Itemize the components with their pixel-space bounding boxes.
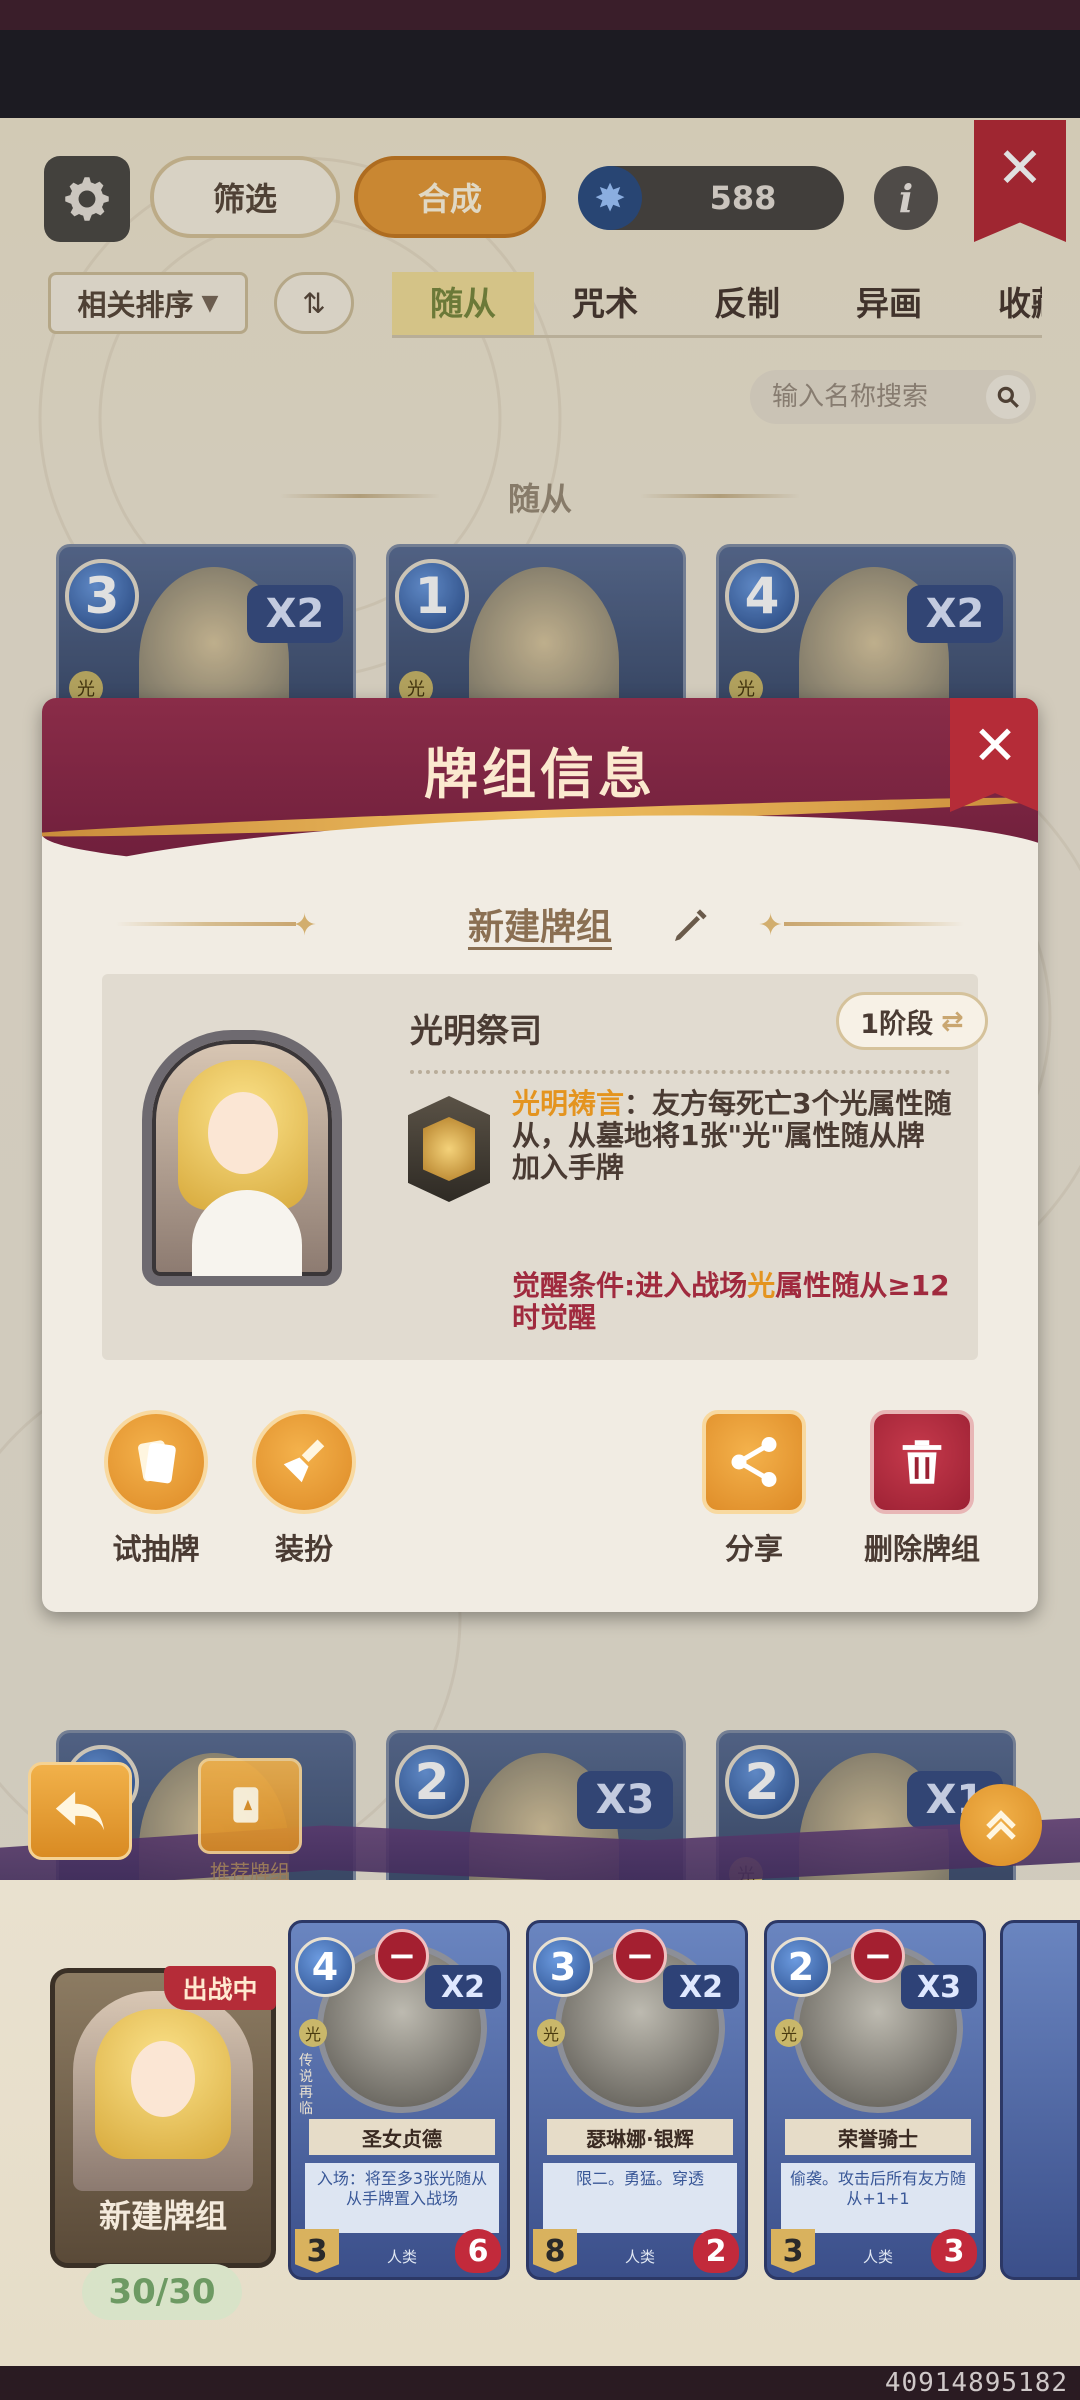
hero-name: 光明祭司: [410, 1011, 542, 1050]
status-bar: [0, 0, 1080, 30]
in-battle-badge: 出战中: [164, 1966, 276, 2010]
card-description: 限二。勇猛。穿透: [543, 2163, 737, 2233]
scroll-up-button[interactable]: [960, 1784, 1042, 1866]
current-deck-card[interactable]: 新建牌组: [50, 1968, 276, 2268]
deck-card-name: 新建牌组: [98, 2197, 227, 2235]
dress-up-label: 装扮: [274, 1532, 333, 1566]
card-name: 圣女贞德: [309, 2119, 495, 2155]
card-race: 人类: [624, 2248, 655, 2266]
card-attribute: 光: [775, 2019, 803, 2047]
back-arrow-icon: [55, 1791, 105, 1831]
remove-card-button[interactable]: −: [851, 1929, 905, 1983]
trial-draw-action[interactable]: 试抽牌: [104, 1410, 208, 1568]
recommended-deck-button[interactable]: 推荐牌组: [190, 1758, 310, 1888]
hero-face: [208, 1092, 278, 1174]
stage-label: 1阶段: [860, 1008, 934, 1040]
deck-info-dialog: 牌组信息 ✕ ✦ 新建牌组 ✦ 光明祭司 1阶段 ⇄ 光明祷言：友方每死亡3个光…: [42, 698, 1038, 1612]
back-button[interactable]: [28, 1762, 132, 1860]
dotted-divider: [410, 1070, 950, 1074]
swap-icon: ⇄: [941, 1005, 964, 1037]
card-tag: 传说再临: [299, 2053, 313, 2117]
trial-draw-button[interactable]: [104, 1410, 208, 1514]
skill-description: 光明祷言：友方每死亡3个光属性随从，从墓地将1张"光"属性随从牌加入手牌: [512, 1088, 952, 1184]
dress-up-button[interactable]: [252, 1410, 356, 1514]
card-multiplier: X2: [663, 1965, 739, 2009]
card-multiplier: X3: [901, 1965, 977, 2009]
dress-up-action[interactable]: 装扮: [252, 1410, 356, 1568]
recommend-icon: [198, 1758, 302, 1854]
trash-icon: [902, 1440, 942, 1484]
remove-card-button[interactable]: −: [613, 1929, 667, 1983]
card-cost: 3: [533, 1937, 593, 1997]
card-attack: 8: [533, 2229, 577, 2273]
awaken-highlight: 光: [747, 1269, 776, 1302]
card-attribute: 光: [537, 2019, 565, 2047]
card-race: 人类: [862, 2248, 893, 2266]
card-attack: 3: [295, 2229, 339, 2273]
remove-card-button[interactable]: −: [375, 1929, 429, 1983]
prayer-hands-icon: [408, 1096, 490, 1202]
deck-count: 30/30: [82, 2264, 242, 2320]
hero-portrait: [142, 1030, 342, 1286]
double-chevron-up-icon: [986, 1810, 1016, 1840]
share-action[interactable]: 分享: [702, 1410, 806, 1568]
dialog-title: 牌组信息: [424, 743, 656, 806]
trial-draw-label: 试抽牌: [112, 1532, 200, 1566]
top-banner: [0, 30, 1080, 130]
card-description: 偷袭。攻击后所有友方随从+1+1: [781, 2163, 975, 2233]
stage-switch-button[interactable]: 1阶段 ⇄: [836, 992, 988, 1050]
card-multiplier: X2: [425, 1965, 501, 2009]
card-description: 入场：将至多3张光随从从手牌置入战场: [305, 2163, 499, 2233]
card-name: 荣誉骑士: [785, 2119, 971, 2155]
pencil-icon[interactable]: [670, 906, 710, 946]
card-health: 6: [455, 2229, 501, 2273]
awaken-prefix: 觉醒条件:进入战场: [512, 1269, 748, 1302]
card-cost: 4: [295, 1937, 355, 1997]
card-health: 3: [931, 2229, 977, 2273]
card-name: 瑟琳娜·银辉: [547, 2119, 733, 2155]
delete-deck-label: 删除牌组: [864, 1532, 981, 1566]
delete-deck-action[interactable]: 删除牌组: [864, 1410, 980, 1568]
card-attribute: 光: [299, 2019, 327, 2047]
skill-name: 光明祷言: [512, 1087, 625, 1120]
card-health: 2: [693, 2229, 739, 2273]
deck-card-item-partial[interactable]: [1000, 1920, 1080, 2280]
card-cost: 2: [771, 1937, 831, 1997]
hero-panel: 光明祭司 1阶段 ⇄ 光明祷言：友方每死亡3个光属性随从，从墓地将1张"光"属性…: [102, 974, 988, 1360]
deck-hero-portrait: [73, 1991, 253, 2191]
sparkle-icon: ✦: [758, 908, 784, 943]
deck-card-item[interactable]: 2 − X3 光 荣誉骑士 偷袭。攻击后所有友方随从+1+1 3 人类 3: [764, 1920, 986, 2280]
divider-right: [784, 922, 964, 926]
share-icon: [731, 1437, 777, 1487]
deck-card-item[interactable]: 4 − X2 光 传说再临 圣女贞德 入场：将至多3张光随从从手牌置入战场 3 …: [288, 1920, 510, 2280]
delete-deck-button[interactable]: [870, 1410, 974, 1514]
deck-name[interactable]: 新建牌组: [468, 898, 612, 950]
awaken-condition: 觉醒条件:进入战场光属性随从≥12时觉醒: [512, 1270, 952, 1334]
card-race: 人类: [386, 2248, 417, 2266]
share-button[interactable]: [702, 1410, 806, 1514]
cards-icon: [138, 1440, 176, 1484]
deck-card-item[interactable]: 3 − X2 光 瑟琳娜·银辉 限二。勇猛。穿透 8 人类 2: [526, 1920, 748, 2280]
share-label: 分享: [724, 1532, 783, 1566]
card-attack: 3: [771, 2229, 815, 2273]
broom-icon: [283, 1439, 325, 1483]
footer-id: 40914895182: [884, 2368, 1068, 2398]
